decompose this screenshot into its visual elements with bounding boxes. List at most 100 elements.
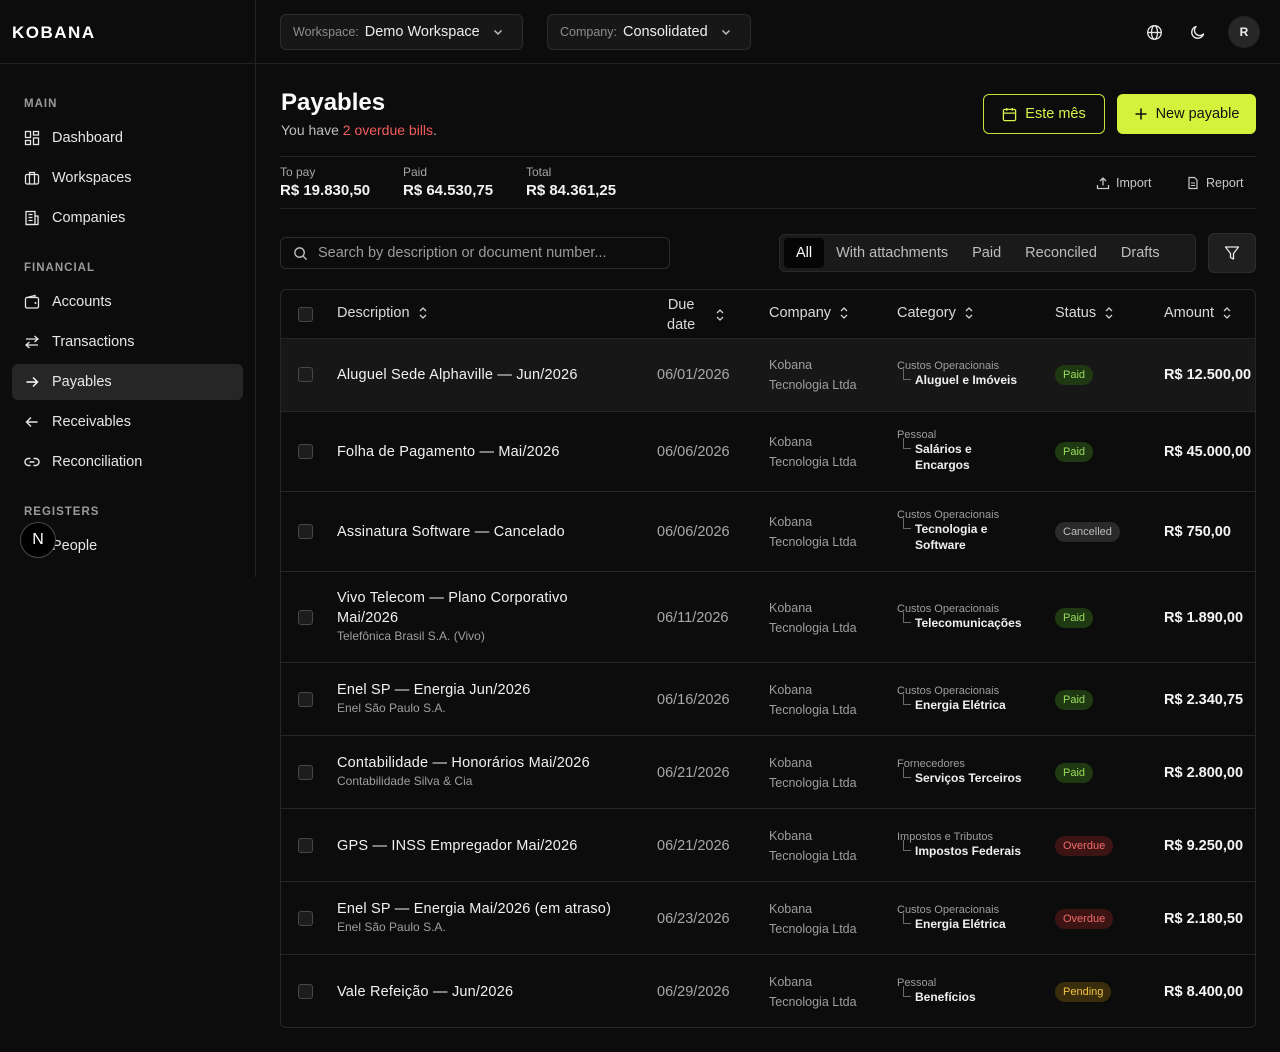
row-checkbox[interactable] [298,524,313,539]
theme-toggle-button[interactable] [1182,16,1214,48]
company-name: Kobana Tecnologia Ltda [769,598,857,638]
row-description: Vale Refeição — Jun/2026 [337,982,513,1002]
row-checkbox[interactable] [298,838,313,853]
dev-tools-badge[interactable]: N [20,522,56,558]
kobana-logo[interactable]: KOBANA [12,23,132,41]
sidebar-item-payables[interactable]: Payables [12,364,243,400]
table-row[interactable]: Assinatura Software — Cancelado 06/06/20… [281,492,1255,572]
column-amount-label: Amount [1164,305,1214,321]
tab-reconciled[interactable]: Reconciled [1013,238,1109,268]
sidebar-item-workspaces[interactable]: Workspaces [12,160,243,196]
due-date: 06/21/2026 [657,838,730,854]
column-status[interactable]: Status [1055,305,1114,321]
sidebar-item-label: People [52,538,98,554]
import-button[interactable]: Import [1096,176,1151,190]
amount: R$ 2.800,00 [1164,765,1244,781]
payables-table: Description Due date Company Category St… [280,289,1256,1028]
company-line1: Kobana [769,358,813,372]
column-amount[interactable]: Amount [1164,305,1232,321]
company-line1: Kobana [769,902,813,916]
tab-drafts[interactable]: Drafts [1109,238,1172,268]
row-category: Custos Operacionais Telecomunicações [897,603,1022,631]
row-category: Custos Operacionais Energia Elétrica [897,904,1006,932]
company-line1: Kobana [769,601,813,615]
status-badge: Cancelled [1055,522,1120,542]
search-box[interactable] [280,237,670,269]
to-pay-label: To pay [280,165,316,179]
select-all-checkbox[interactable] [298,307,313,322]
row-checkbox[interactable] [298,444,313,459]
table-row[interactable]: Folha de Pagamento — Mai/2026 06/06/2026… [281,412,1255,492]
sidebar-item-label: Companies [52,210,126,226]
search-input[interactable] [318,245,658,261]
sort-icon [419,307,426,319]
table-row[interactable]: Aluguel Sede Alphaville — Jun/2026 06/01… [281,339,1255,412]
sidebar-item-dashboard[interactable]: Dashboard [12,120,243,156]
sidebar-item-accounts[interactable]: Accounts [12,284,243,320]
language-button[interactable] [1138,16,1170,48]
category-child-line2: Encargos [915,458,970,472]
tab-paid[interactable]: Paid [960,238,1013,268]
filter-button[interactable] [1208,233,1256,273]
table-row[interactable]: Vivo Telecom — Plano Corporativo Mai/2026… [281,572,1255,663]
sidebar-item-companies[interactable]: Companies [12,200,243,236]
due-label-line1: Due [667,297,695,313]
company-line2: Tecnologia Ltda [769,703,857,717]
table-row[interactable]: GPS — INSS Empregador Mai/2026 06/21/202… [281,809,1255,882]
row-checkbox[interactable] [298,984,313,999]
category-parent: Custos Operacionais [897,685,1000,697]
row-category: Custos Operacionais Energia Elétrica [897,685,1006,713]
column-company-label: Company [769,305,832,321]
company-name: Kobana Tecnologia Ltda [769,972,857,1012]
supplier-name: Telefônica Brasil S.A. (Vivo) [337,629,485,643]
row-checkbox[interactable] [298,692,313,707]
company-line1: Kobana [769,435,813,449]
due-date: 06/21/2026 [657,765,730,781]
amount: R$ 8.400,00 [1164,984,1244,1000]
row-checkbox[interactable] [298,765,313,780]
new-payable-button[interactable]: New payable [1117,94,1256,134]
column-company[interactable]: Company [769,305,849,321]
category-child-line1: Tecnologia e [915,522,988,536]
row-checkbox[interactable] [298,610,313,625]
user-avatar[interactable]: R [1228,16,1260,48]
row-checkbox[interactable] [298,367,313,382]
calendar-icon [1003,107,1017,121]
sidebar-item-reconciliation[interactable]: Reconciliation [12,444,243,480]
sidebar-item-receivables[interactable]: Receivables [12,404,243,440]
row-checkbox[interactable] [298,911,313,926]
page-title: Payables [281,89,386,116]
company-line1: Kobana [769,829,813,843]
column-due-date[interactable]: Due date [667,295,725,335]
tab-with-attachments[interactable]: With attachments [824,238,960,268]
table-row[interactable]: Contabilidade — Honorários Mai/2026 Conta… [281,736,1255,809]
amount: R$ 750,00 [1164,524,1231,540]
report-button[interactable]: Report [1186,176,1244,190]
column-description[interactable]: Description [337,305,428,321]
table-row[interactable]: Enel SP — Energia Mai/2026 (em atraso) En… [281,882,1255,955]
table-row[interactable]: Vale Refeição — Jun/2026 06/29/2026 Koba… [281,955,1255,1027]
period-filter-button[interactable]: Este mês [983,94,1105,134]
supplier-name: Enel São Paulo S.A. [337,920,446,934]
dashboard-icon [24,130,40,146]
category-child: Telecomunicações [903,612,1022,630]
overdue-count[interactable]: 2 overdue bills [343,122,433,138]
sort-icon [840,307,848,319]
company-line2: Tecnologia Ltda [769,849,857,863]
filter-tabs: All With attachments Paid Reconciled Dra… [779,234,1196,272]
due-date: 06/16/2026 [657,692,730,708]
tab-all[interactable]: All [784,238,825,268]
column-description-label: Description [337,305,410,321]
sidebar-item-transactions[interactable]: Transactions [12,324,243,360]
category-parent: Custos Operacionais [897,509,1000,521]
chevron-down-icon [721,29,730,36]
due-date: 06/11/2026 [657,610,729,626]
column-category[interactable]: Category [897,305,974,321]
company-selector[interactable]: Company: Consolidated [547,14,751,50]
table-row[interactable]: Enel SP — Energia Jun/2026 Enel São Paulo… [281,663,1255,736]
due-label-line2: date [667,317,696,333]
workspace-selector[interactable]: Workspace: Demo Workspace [280,14,523,50]
sidebar-item-label: Receivables [52,414,131,430]
sort-icon [965,307,973,319]
row-description: Enel SP — Energia Mai/2026 (em atraso) En… [337,899,611,934]
